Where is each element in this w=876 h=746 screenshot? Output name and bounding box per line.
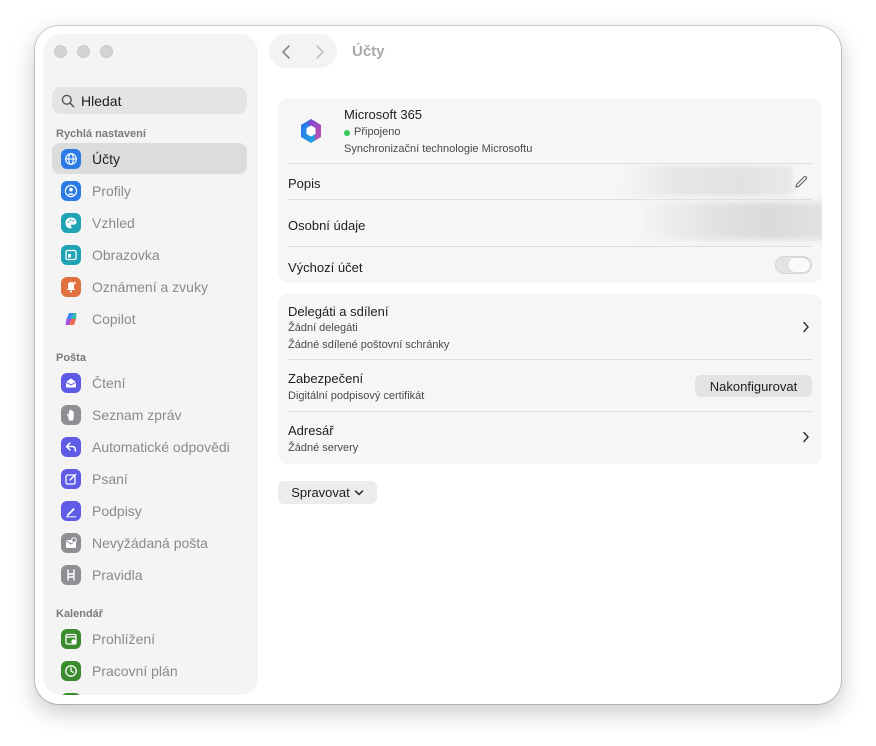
sidebar-item-nevyzadana-posta[interactable]: Nevyžádaná pošta: [52, 527, 247, 558]
globe-icon: [61, 149, 81, 169]
sidebar-item-ucty[interactable]: Účty: [52, 143, 247, 174]
copilot-icon: [61, 309, 81, 329]
sidebar-item-profily[interactable]: Profily: [52, 175, 247, 206]
signature-icon: [61, 501, 81, 521]
chevron-right-icon: [803, 431, 809, 443]
description-label: Popis: [288, 176, 321, 191]
default-account-toggle[interactable]: [775, 256, 812, 274]
sidebar-item-label: Vzhled: [92, 215, 135, 231]
sidebar-item-seznam-zprav[interactable]: Seznam zpráv: [52, 399, 247, 430]
default-account-label: Výchozí účet: [288, 260, 363, 275]
chevron-right-icon: [316, 45, 324, 59]
display-icon: [61, 245, 81, 265]
sidebar: Hledat Rychlá nastavení Účty Profily Vzh…: [43, 34, 258, 695]
security-title: Zabezpečení: [288, 371, 364, 386]
reply-icon: [61, 437, 81, 457]
directory-title: Adresář: [288, 423, 334, 438]
sidebar-item-partial[interactable]: [52, 687, 247, 695]
directory-subtitle: Žádné servery: [288, 442, 359, 454]
sidebar-item-psani[interactable]: Psaní: [52, 463, 247, 494]
account-sync: Synchronizační technologie Microsoftu: [344, 143, 533, 155]
sidebar-item-label: Čtení: [92, 375, 126, 391]
sidebar-item-podpisy[interactable]: Podpisy: [52, 495, 247, 526]
sidebar-item-copilot[interactable]: Copilot: [52, 303, 247, 334]
close-window-button[interactable]: [54, 45, 67, 58]
microsoft-365-logo-icon: [296, 116, 326, 146]
sidebar-item-label: Pravidla: [92, 567, 143, 583]
sidebar-item-label: Oznámení a zvuky: [92, 279, 208, 295]
delegates-title: Delegáti a sdílení: [288, 304, 389, 319]
sidebar-item-label: Pracovní plán: [92, 663, 178, 679]
navigation-buttons: [269, 34, 337, 68]
hand-icon: [61, 405, 81, 425]
clock-icon: [61, 661, 81, 681]
toggle-knob: [788, 258, 810, 272]
personal-info-label: Osobní údaje: [288, 218, 366, 233]
shared-mailboxes-subtitle: Žádné sdílené poštovní schránky: [288, 339, 450, 351]
sidebar-item-label: Copilot: [92, 311, 136, 327]
compose-icon: [61, 469, 81, 489]
bell-icon: [61, 277, 81, 297]
edit-pencil-icon[interactable]: [793, 174, 809, 195]
configure-button[interactable]: Nakonfigurovat: [695, 375, 812, 397]
calendar-icon: [61, 693, 81, 695]
sidebar-item-label: Nevyžádaná pošta: [92, 535, 208, 551]
sidebar-item-label: Účty: [92, 151, 120, 167]
rules-icon: [61, 565, 81, 585]
sidebar-item-label: Automatické odpovědi: [92, 439, 230, 455]
search-icon: [61, 94, 75, 108]
page-title: Účty: [352, 43, 385, 60]
sidebar-item-automaticke-odpovedi[interactable]: Automatické odpovědi: [52, 431, 247, 462]
search-placeholder: Hledat: [81, 93, 122, 109]
status-dot: [344, 130, 350, 136]
sidebar-item-label: Podpisy: [92, 503, 142, 519]
chevron-left-icon: [282, 45, 290, 59]
sidebar-item-label: Prohlížení: [92, 631, 156, 647]
minimize-window-button[interactable]: [77, 45, 90, 58]
chevron-right-icon: [803, 321, 809, 333]
manage-dropdown-button[interactable]: Spravovat: [278, 481, 377, 504]
sidebar-item-pravidla[interactable]: Pravidla: [52, 559, 247, 590]
sidebar-item-vzhled[interactable]: Vzhled: [52, 207, 247, 238]
calendar-view-icon: [61, 629, 81, 649]
sidebar-item-cteni[interactable]: Čtení: [52, 367, 247, 398]
settings-window: Hledat Rychlá nastavení Účty Profily Vzh…: [35, 26, 841, 704]
junk-icon: [61, 533, 81, 553]
sidebar-item-label: Obrazovka: [92, 247, 160, 263]
sidebar-item-label: Psaní: [92, 471, 128, 487]
section-calendar: Kalendář: [56, 608, 104, 620]
back-button[interactable]: [276, 42, 296, 62]
divider: [288, 163, 812, 164]
delegates-subtitle: Žádní delegáti: [288, 322, 358, 334]
sidebar-item-prohlizeni[interactable]: Prohlížení: [52, 623, 247, 654]
account-card: Microsoft 365 Připojeno Synchronizační t…: [278, 98, 822, 283]
zoom-window-button[interactable]: [100, 45, 113, 58]
options-card: Delegáti a sdílení Žádní delegáti Žádné …: [278, 294, 822, 464]
directory-row[interactable]: Adresář Žádné servery: [278, 412, 822, 464]
account-name: Microsoft 365: [344, 107, 423, 122]
divider: [288, 246, 812, 247]
account-status: Připojeno: [354, 126, 401, 138]
sidebar-item-obrazovka[interactable]: Obrazovka: [52, 239, 247, 270]
divider: [288, 199, 812, 200]
section-quick-settings: Rychlá nastavení: [56, 128, 146, 140]
sidebar-item-label: Profily: [92, 183, 131, 199]
sidebar-item-oznameni[interactable]: Oznámení a zvuky: [52, 271, 247, 302]
sidebar-item-label: Seznam zpráv: [92, 407, 182, 423]
delegates-row[interactable]: Delegáti a sdílení Žádní delegáti Žádné …: [278, 294, 822, 359]
profile-icon: [61, 181, 81, 201]
sidebar-item-pracovni-plan[interactable]: Pracovní plán: [52, 655, 247, 686]
envelope-open-icon: [61, 373, 81, 393]
forward-button[interactable]: [310, 42, 330, 62]
chevron-down-icon: [354, 489, 364, 495]
redacted-personal-info: [638, 202, 822, 240]
redacted-description: [618, 166, 793, 196]
section-mail: Pošta: [56, 352, 86, 364]
manage-label: Spravovat: [291, 485, 350, 500]
divider: [288, 359, 812, 360]
search-field[interactable]: Hledat: [52, 87, 247, 114]
palette-icon: [61, 213, 81, 233]
security-subtitle: Digitální podpisový certifikát: [288, 390, 425, 402]
